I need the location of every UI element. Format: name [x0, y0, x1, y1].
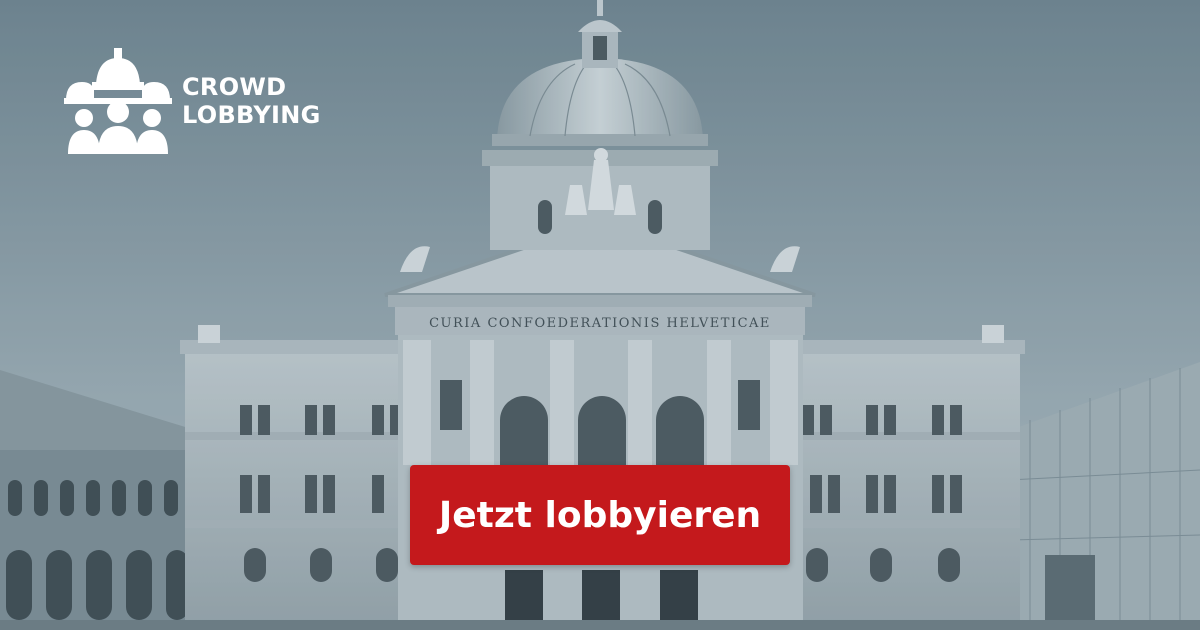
- logo-text-line1: CROWD: [182, 73, 287, 101]
- logo-wordmark: CROWD LOBBYING: [182, 73, 321, 129]
- logo-text-line2: LOBBYING: [182, 101, 321, 129]
- crowdlobbying-logo[interactable]: CROWD LOBBYING: [64, 46, 321, 156]
- parliament-people-icon: [64, 48, 172, 154]
- lobby-now-button[interactable]: Jetzt lobbyieren: [410, 465, 790, 565]
